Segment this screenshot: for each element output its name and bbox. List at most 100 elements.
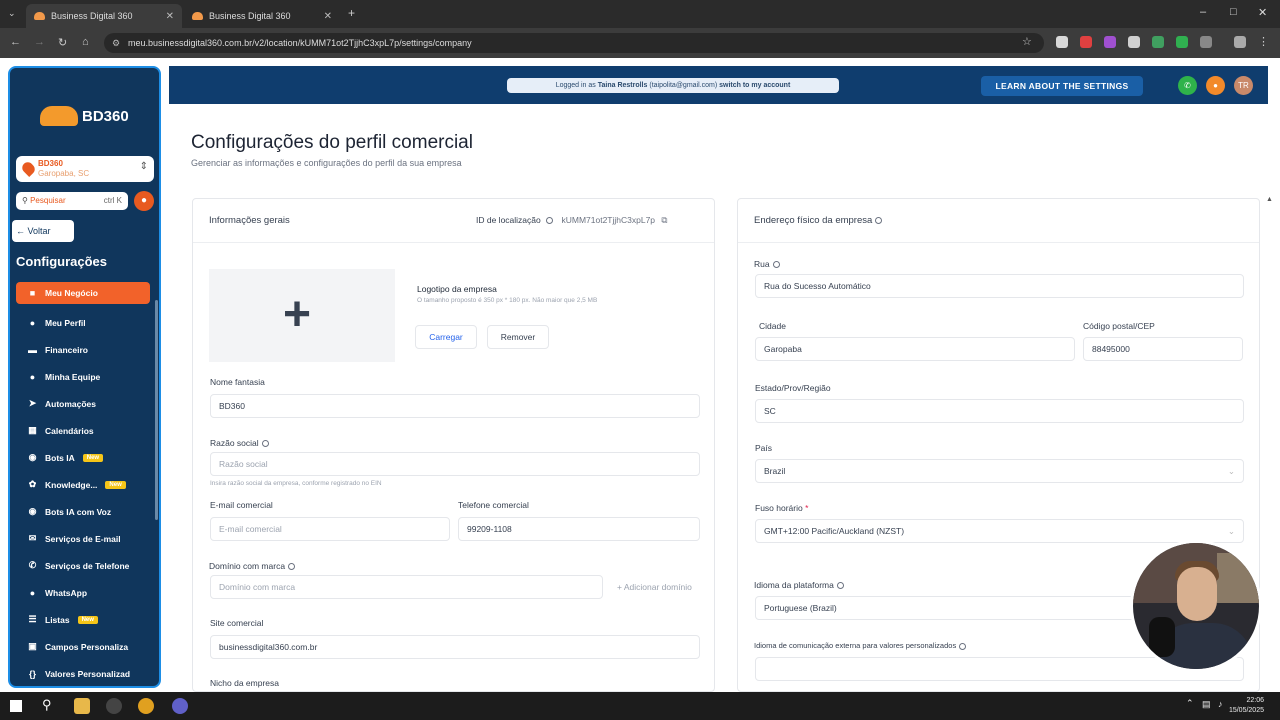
tab-list-chevron-icon[interactable]: ⌄ (8, 8, 16, 19)
extension-icon[interactable] (1234, 36, 1246, 48)
menu-dots-icon[interactable]: ⋮ (1258, 36, 1270, 48)
sidebar-item-valores[interactable]: {} Valores Personalizad (16, 660, 150, 686)
extension-icon[interactable] (1104, 36, 1116, 48)
url-field[interactable]: ⚙ meu.businessdigital360.com.br/v2/locat… (104, 33, 1044, 53)
location-switcher[interactable]: BD360 Garopaba, SC ⇕ (16, 156, 154, 182)
avatar[interactable]: TR (1234, 76, 1253, 95)
page-scroll-up-icon[interactable]: ▲ (1266, 196, 1273, 203)
city-input[interactable]: Garopaba (755, 337, 1075, 361)
country-label: País (755, 443, 773, 453)
calendar-icon: ▦ (28, 425, 37, 435)
browser-tab-1[interactable]: Business Digital 360 ✕ (26, 4, 182, 28)
location-id-row: ID de localização kUMM71ot2TjjhC3xpL7p ⧉ (476, 215, 667, 226)
sidebar-scrollbar[interactable] (155, 300, 158, 520)
sidebar-item-meu-negocio[interactable]: ■ Meu Negócio (16, 282, 150, 304)
extension-icon[interactable] (1176, 36, 1188, 48)
sidebar-item-knowledge[interactable]: ✿ Knowledge... New (16, 471, 150, 498)
copy-icon[interactable]: ⧉ (661, 215, 667, 225)
email-input[interactable]: E-mail comercial (210, 517, 450, 541)
sidebar-item-label: Automações (45, 398, 97, 409)
fields-icon: ▣ (28, 641, 37, 651)
network-icon[interactable]: ▤ (1202, 699, 1211, 710)
search-placeholder: Pesquisar (30, 196, 66, 205)
clock[interactable]: 22:06 15/05/2025 (1229, 696, 1264, 716)
chevron-down-icon: ⌄ (1227, 526, 1235, 536)
back-button[interactable]: ← Voltar (12, 220, 74, 242)
sidebar-item-automacoes[interactable]: ➤ Automações (16, 390, 150, 417)
app-icon[interactable] (172, 698, 188, 714)
extension-icon[interactable] (1056, 36, 1068, 48)
whatsapp-icon: ● (29, 587, 36, 598)
phone-call-icon[interactable]: ✆ (1178, 76, 1197, 95)
sidebar-item-telefone[interactable]: ✆ Serviços de Telefone (16, 552, 150, 579)
info-icon (836, 582, 844, 590)
volume-icon[interactable]: ♪ (1218, 699, 1223, 709)
remove-logo-button[interactable]: Remover (487, 325, 549, 349)
home-icon[interactable]: ⌂ (82, 36, 89, 48)
language-label: Idioma da plataforma (754, 580, 844, 590)
extension-icon[interactable] (1152, 36, 1164, 48)
domain-input[interactable]: Domínio com marca (210, 575, 603, 599)
bookmark-star-icon[interactable]: ☆ (1022, 35, 1032, 48)
state-input[interactable]: SC (755, 399, 1244, 423)
logo-upload-area[interactable]: + (209, 269, 395, 362)
tab-title: Business Digital 360 (209, 11, 291, 21)
chrome-icon[interactable] (138, 698, 154, 714)
site-input[interactable]: businessdigital360.com.br (210, 635, 700, 659)
switch-account-link[interactable]: switch to my account (719, 82, 790, 89)
quick-action-user-icon[interactable]: ● (134, 191, 154, 211)
browser-tab-bar: ⌄ Business Digital 360 ✕ Business Digita… (0, 0, 1280, 28)
extensions-puzzle-icon[interactable] (1200, 36, 1212, 48)
close-window-icon[interactable]: ✕ (1258, 6, 1267, 19)
sidebar-item-financeiro[interactable]: ▬ Financeiro (16, 336, 150, 363)
sidebar-item-whatsapp[interactable]: ● WhatsApp (16, 579, 150, 606)
trade-name-input[interactable]: BD360 (210, 394, 700, 418)
tray-chevron-icon[interactable]: ⌃ (1186, 698, 1194, 709)
extension-icon[interactable] (1080, 36, 1092, 48)
reload-icon[interactable]: ↻ (58, 36, 67, 49)
sidebar-item-label: Minha Equipe (45, 371, 101, 382)
sidebar-item-bots-ia[interactable]: ◉ Bots IA New (16, 444, 150, 471)
browser-tab-2[interactable]: Business Digital 360 ✕ (184, 4, 340, 28)
street-label: Rua (754, 259, 780, 269)
close-tab-icon[interactable]: ✕ (324, 11, 332, 22)
street-input[interactable]: Rua do Sucesso Automático (755, 274, 1244, 298)
back-arrow-icon[interactable]: ← (10, 36, 21, 48)
legal-name-input[interactable]: Razão social (210, 452, 700, 476)
sidebar-search[interactable]: ⚲ Pesquisar ctrl K (16, 192, 128, 210)
general-info-card: Informações gerais ID de localização kUM… (192, 198, 715, 692)
zip-input[interactable]: 88495000 (1083, 337, 1243, 361)
windows-start-icon[interactable] (10, 700, 22, 712)
app-icon[interactable] (106, 698, 122, 714)
sidebar-item-label: Listas (45, 614, 70, 625)
sidebar-item-campos[interactable]: ▣ Campos Personaliza (16, 633, 150, 660)
windows-taskbar: ⚲ ⌃ ▤ ♪ 22:06 15/05/2025 (0, 692, 1280, 720)
sidebar-item-bots-ia-voz[interactable]: ◉ Bots IA com Voz (16, 498, 150, 525)
bot-icon: ◉ (28, 452, 37, 462)
sidebar-item-email[interactable]: ✉ Serviços de E-mail (16, 525, 150, 552)
sidebar-item-listas[interactable]: ☰ Listas New (16, 606, 150, 633)
timezone-select[interactable]: GMT+12:00 Pacific/Auckland (NZST) ⌄ (755, 519, 1244, 543)
search-icon[interactable]: ⚲ (42, 697, 52, 713)
country-select[interactable]: Brazil ⌄ (755, 459, 1244, 483)
extension-icon[interactable] (1128, 36, 1140, 48)
notification-bell-icon[interactable]: ● (1206, 76, 1225, 95)
new-badge: New (105, 480, 126, 489)
sidebar-item-minha-equipe[interactable]: ● Minha Equipe (16, 363, 150, 390)
learn-settings-button[interactable]: LEARN ABOUT THE SETTINGS (981, 76, 1143, 96)
phone-input[interactable]: 99209-1108 (458, 517, 700, 541)
new-tab-button[interactable]: + (348, 6, 355, 20)
close-tab-icon[interactable]: ✕ (166, 11, 174, 22)
file-explorer-icon[interactable] (74, 698, 90, 714)
maximize-icon[interactable]: □ (1230, 6, 1237, 18)
add-domain-button[interactable]: + Adicionar domínio (617, 582, 692, 592)
sidebar-item-meu-perfil[interactable]: ● Meu Perfil (16, 309, 150, 336)
minimize-icon[interactable]: – (1200, 6, 1206, 18)
search-shortcut: ctrl K (103, 196, 122, 205)
back-label: Voltar (27, 226, 51, 236)
city-label: Cidade (759, 321, 786, 331)
site-info-icon[interactable]: ⚙ (112, 33, 120, 53)
upload-logo-button[interactable]: Carregar (415, 325, 477, 349)
sidebar-item-calendarios[interactable]: ▦ Calendários (16, 417, 150, 444)
forward-arrow-icon[interactable]: → (34, 36, 45, 48)
